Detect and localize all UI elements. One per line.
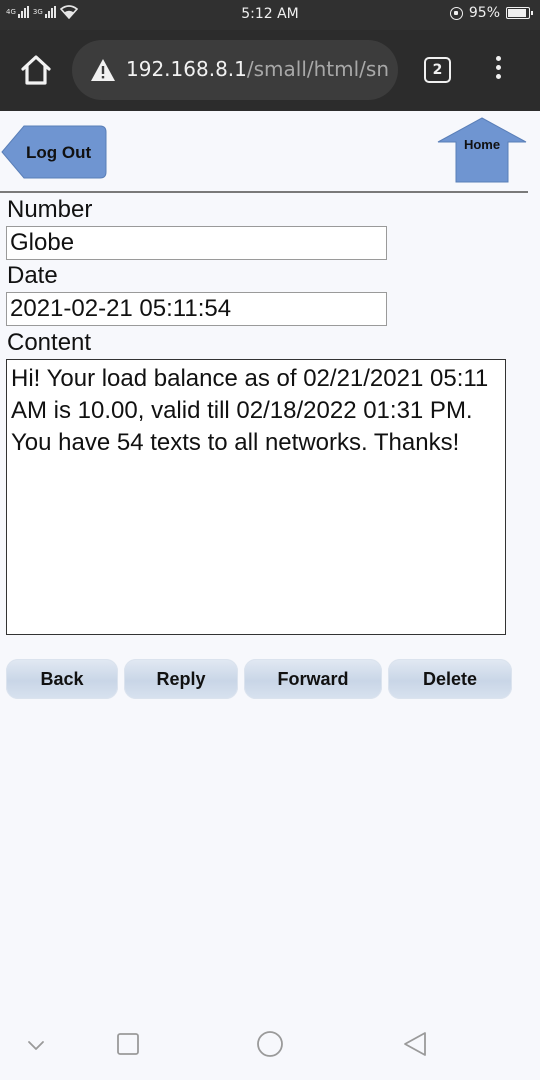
logout-button[interactable]: Log Out (0, 124, 108, 180)
rotation-lock-icon (449, 6, 463, 20)
back-triangle-icon[interactable] (402, 1030, 428, 1058)
date-field[interactable]: 2021-02-21 05:11:54 (6, 292, 387, 326)
warning-icon (91, 59, 115, 81)
content-label: Content (7, 329, 92, 356)
number-label: Number (7, 196, 93, 223)
tab-count: 2 (432, 62, 443, 78)
divider (0, 191, 528, 193)
browser-toolbar: 192.168.8.1/small/html/sn 2 (0, 30, 540, 111)
number-field[interactable]: Globe (6, 226, 387, 260)
chevron-down-icon[interactable] (26, 1038, 46, 1052)
recents-icon[interactable] (116, 1032, 140, 1056)
forward-button[interactable]: Forward (244, 659, 382, 699)
home-button[interactable]: Home (436, 116, 528, 184)
system-indicators: 95% (449, 5, 533, 21)
address-bar[interactable]: 192.168.8.1/small/html/sn (72, 40, 398, 100)
browser-home-button[interactable] (18, 52, 54, 88)
url-text: 192.168.8.1/small/html/sn (126, 57, 389, 81)
url-path: /small/html/sn (246, 57, 390, 81)
home-icon (21, 55, 51, 85)
delete-button[interactable]: Delete (388, 659, 512, 699)
tabs-icon[interactable]: 2 (424, 57, 451, 83)
battery-percent: 95% (468, 5, 500, 21)
content-textarea[interactable]: Hi! Your load balance as of 02/21/2021 0… (6, 359, 506, 635)
overflow-menu-icon[interactable] (490, 56, 506, 86)
home-circle-icon[interactable] (256, 1030, 284, 1058)
battery-fill (508, 9, 526, 17)
date-label: Date (7, 262, 58, 289)
reply-button[interactable]: Reply (124, 659, 238, 699)
status-bar: 4G 3G 5:12 AM 95% (0, 0, 540, 30)
back-button[interactable]: Back (6, 659, 118, 699)
home-label: Home (463, 137, 501, 152)
system-nav-bar (0, 1010, 540, 1080)
url-host: 192.168.8.1 (126, 57, 247, 81)
battery-icon (506, 7, 533, 19)
logout-label: Log Out (26, 143, 92, 162)
